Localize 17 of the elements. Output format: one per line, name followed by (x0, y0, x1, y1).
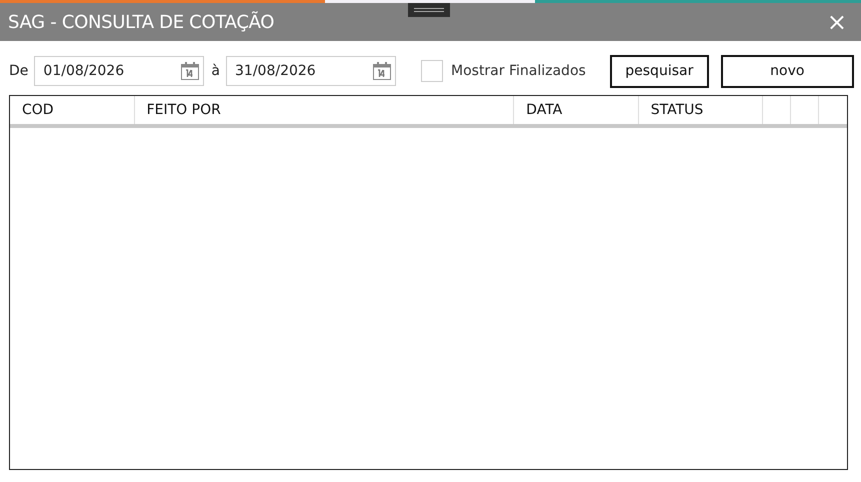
date-field[interactable]: 31/08/2026 (226, 56, 396, 86)
to-label: à (211, 63, 220, 79)
column-header[interactable]: DATA (526, 102, 562, 118)
calendar-icon[interactable] (180, 61, 200, 81)
column-header[interactable]: FEITO POR (146, 102, 221, 118)
checkbox[interactable] (421, 60, 443, 82)
column-header[interactable]: STATUS (650, 102, 704, 118)
window-title: SAG - CONSULTA DE COTAÇÃO (8, 12, 276, 32)
calendar-icon[interactable] (372, 61, 392, 81)
close-button[interactable]: × (820, 10, 853, 34)
column-header[interactable]: COD (22, 102, 54, 118)
from-label: De (9, 63, 28, 79)
new-button[interactable]: novo (720, 54, 854, 88)
checkbox-label: Mostrar Finalizados (451, 63, 586, 79)
search-button[interactable]: pesquisar (610, 54, 709, 88)
drag-handle[interactable] (408, 3, 450, 17)
date-field[interactable]: 01/08/2026 (34, 56, 204, 86)
